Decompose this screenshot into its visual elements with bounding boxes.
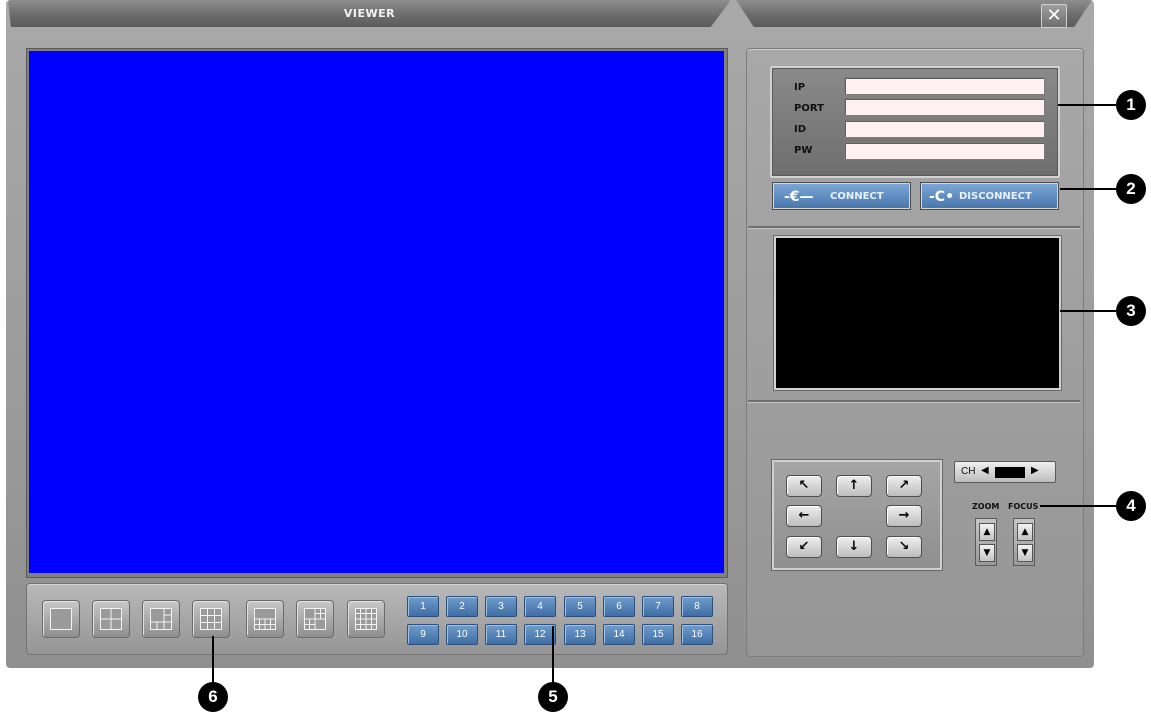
arrow-left-icon: ← [798, 508, 810, 523]
ip-label: IP [794, 82, 806, 93]
titlebar[interactable]: VIEWER [8, 0, 731, 27]
tilt-down-button[interactable]: ↓ [836, 536, 872, 558]
triangle-up-icon: ▲ [1021, 527, 1029, 537]
arrow-up-right-icon: ↗ [898, 478, 910, 493]
channel-value-display [995, 467, 1025, 478]
focus-far-button[interactable]: ▼ [1017, 544, 1033, 562]
six-screen-icon [150, 608, 172, 630]
eight-screen-icon [254, 608, 276, 630]
channel-button-2[interactable]: 2 [446, 596, 478, 617]
connect-label: CONNECT [830, 191, 884, 202]
close-button[interactable]: ✕ [1041, 4, 1067, 28]
window-title: VIEWER [343, 7, 396, 20]
triangle-up-icon: ▲ [983, 527, 991, 537]
channel-button-15[interactable]: 15 [642, 624, 674, 645]
layout-6-split-button[interactable] [142, 600, 180, 638]
single-screen-icon [50, 608, 72, 630]
callout-leader [1058, 104, 1116, 106]
callout-leader [1040, 505, 1116, 507]
channel-button-14[interactable]: 14 [603, 624, 635, 645]
channel-button-8[interactable]: 8 [681, 596, 713, 617]
channel-button-3[interactable]: 3 [485, 596, 517, 617]
nine-screen-icon [200, 608, 222, 630]
callout-leader [552, 626, 554, 684]
callout-leader [1060, 188, 1116, 190]
channel-button-7[interactable]: 7 [642, 596, 674, 617]
channel-button-4[interactable]: 4 [524, 596, 556, 617]
pan-up-right-button[interactable]: ↗ [886, 475, 922, 497]
sixteen-screen-icon [355, 608, 377, 630]
port-label: PORT [794, 103, 824, 114]
ten-screen-icon [304, 608, 326, 630]
quad-screen-icon [100, 608, 122, 630]
callout-marker-2: 2 [1116, 174, 1146, 204]
layout-16-split-button[interactable] [347, 600, 385, 638]
next-channel-icon[interactable]: ▶ [1031, 465, 1039, 476]
channel-button-9[interactable]: 9 [407, 624, 439, 645]
layout-4-split-button[interactable] [92, 600, 130, 638]
disconnect-label: DISCONNECT [959, 191, 1032, 202]
disconnect-button[interactable]: -C• DISCONNECT [921, 183, 1058, 209]
channel-button-6[interactable]: 6 [603, 596, 635, 617]
arrow-down-left-icon: ↙ [798, 539, 810, 554]
plug-disconnect-icon: -C• [929, 189, 955, 205]
channel-button-16[interactable]: 16 [681, 624, 713, 645]
pan-left-button[interactable]: ← [786, 505, 822, 527]
titlebar-right [736, 0, 1092, 27]
channel-button-1[interactable]: 1 [407, 596, 439, 617]
zoom-out-button[interactable]: ▼ [979, 544, 995, 562]
id-label: ID [794, 124, 807, 135]
pan-right-button[interactable]: → [886, 505, 922, 527]
channel-button-5[interactable]: 5 [564, 596, 596, 617]
triangle-down-icon: ▼ [983, 548, 991, 558]
panel-divider [748, 400, 1080, 403]
callout-marker-3: 3 [1116, 296, 1146, 326]
arrow-up-left-icon: ↖ [798, 478, 810, 493]
pan-up-left-button[interactable]: ↖ [786, 475, 822, 497]
focus-label: FOCUS [1008, 502, 1039, 511]
channel-button-11[interactable]: 11 [485, 624, 517, 645]
zoom-control: ▲ ▼ [975, 518, 997, 566]
ch-label: CH [961, 466, 976, 477]
callout-marker-4: 4 [1116, 491, 1146, 521]
focus-near-button[interactable]: ▲ [1017, 523, 1033, 541]
password-input[interactable] [844, 142, 1045, 160]
live-video-display[interactable] [29, 51, 724, 573]
tilt-up-button[interactable]: ↑ [836, 475, 872, 497]
ip-input[interactable] [844, 77, 1045, 95]
layout-9-split-button[interactable] [192, 600, 230, 638]
pw-label: PW [794, 145, 813, 156]
pan-down-left-button[interactable]: ↙ [786, 536, 822, 558]
triangle-down-icon: ▼ [1021, 548, 1029, 558]
preview-display [774, 236, 1061, 390]
connect-button[interactable]: -€— CONNECT [773, 183, 910, 209]
arrow-right-icon: → [898, 508, 910, 523]
callout-marker-6: 6 [198, 682, 228, 712]
zoom-in-button[interactable]: ▲ [979, 523, 995, 541]
channel-button-10[interactable]: 10 [446, 624, 478, 645]
callout-marker-1: 1 [1116, 90, 1146, 120]
callout-marker-5: 5 [538, 682, 568, 712]
plug-connect-icon: -€— [784, 189, 814, 205]
zoom-label: ZOOM [972, 502, 1000, 511]
arrow-up-icon: ↑ [848, 478, 860, 493]
id-input[interactable] [844, 120, 1045, 138]
focus-control: ▲ ▼ [1013, 518, 1035, 566]
callout-leader [212, 636, 214, 684]
pan-down-right-button[interactable]: ↘ [886, 536, 922, 558]
layout-1-split-button[interactable] [42, 600, 80, 638]
port-input[interactable] [844, 98, 1045, 116]
layout-8-split-button[interactable] [246, 600, 284, 638]
arrow-down-right-icon: ↘ [898, 539, 910, 554]
panel-divider [748, 226, 1080, 229]
layout-10-split-button[interactable] [296, 600, 334, 638]
prev-channel-icon[interactable]: ◀ [981, 465, 989, 476]
arrow-down-icon: ↓ [848, 539, 860, 554]
channel-button-13[interactable]: 13 [564, 624, 596, 645]
ptz-channel-selector: CH ◀ ▶ [954, 461, 1056, 483]
callout-leader [1060, 310, 1116, 312]
